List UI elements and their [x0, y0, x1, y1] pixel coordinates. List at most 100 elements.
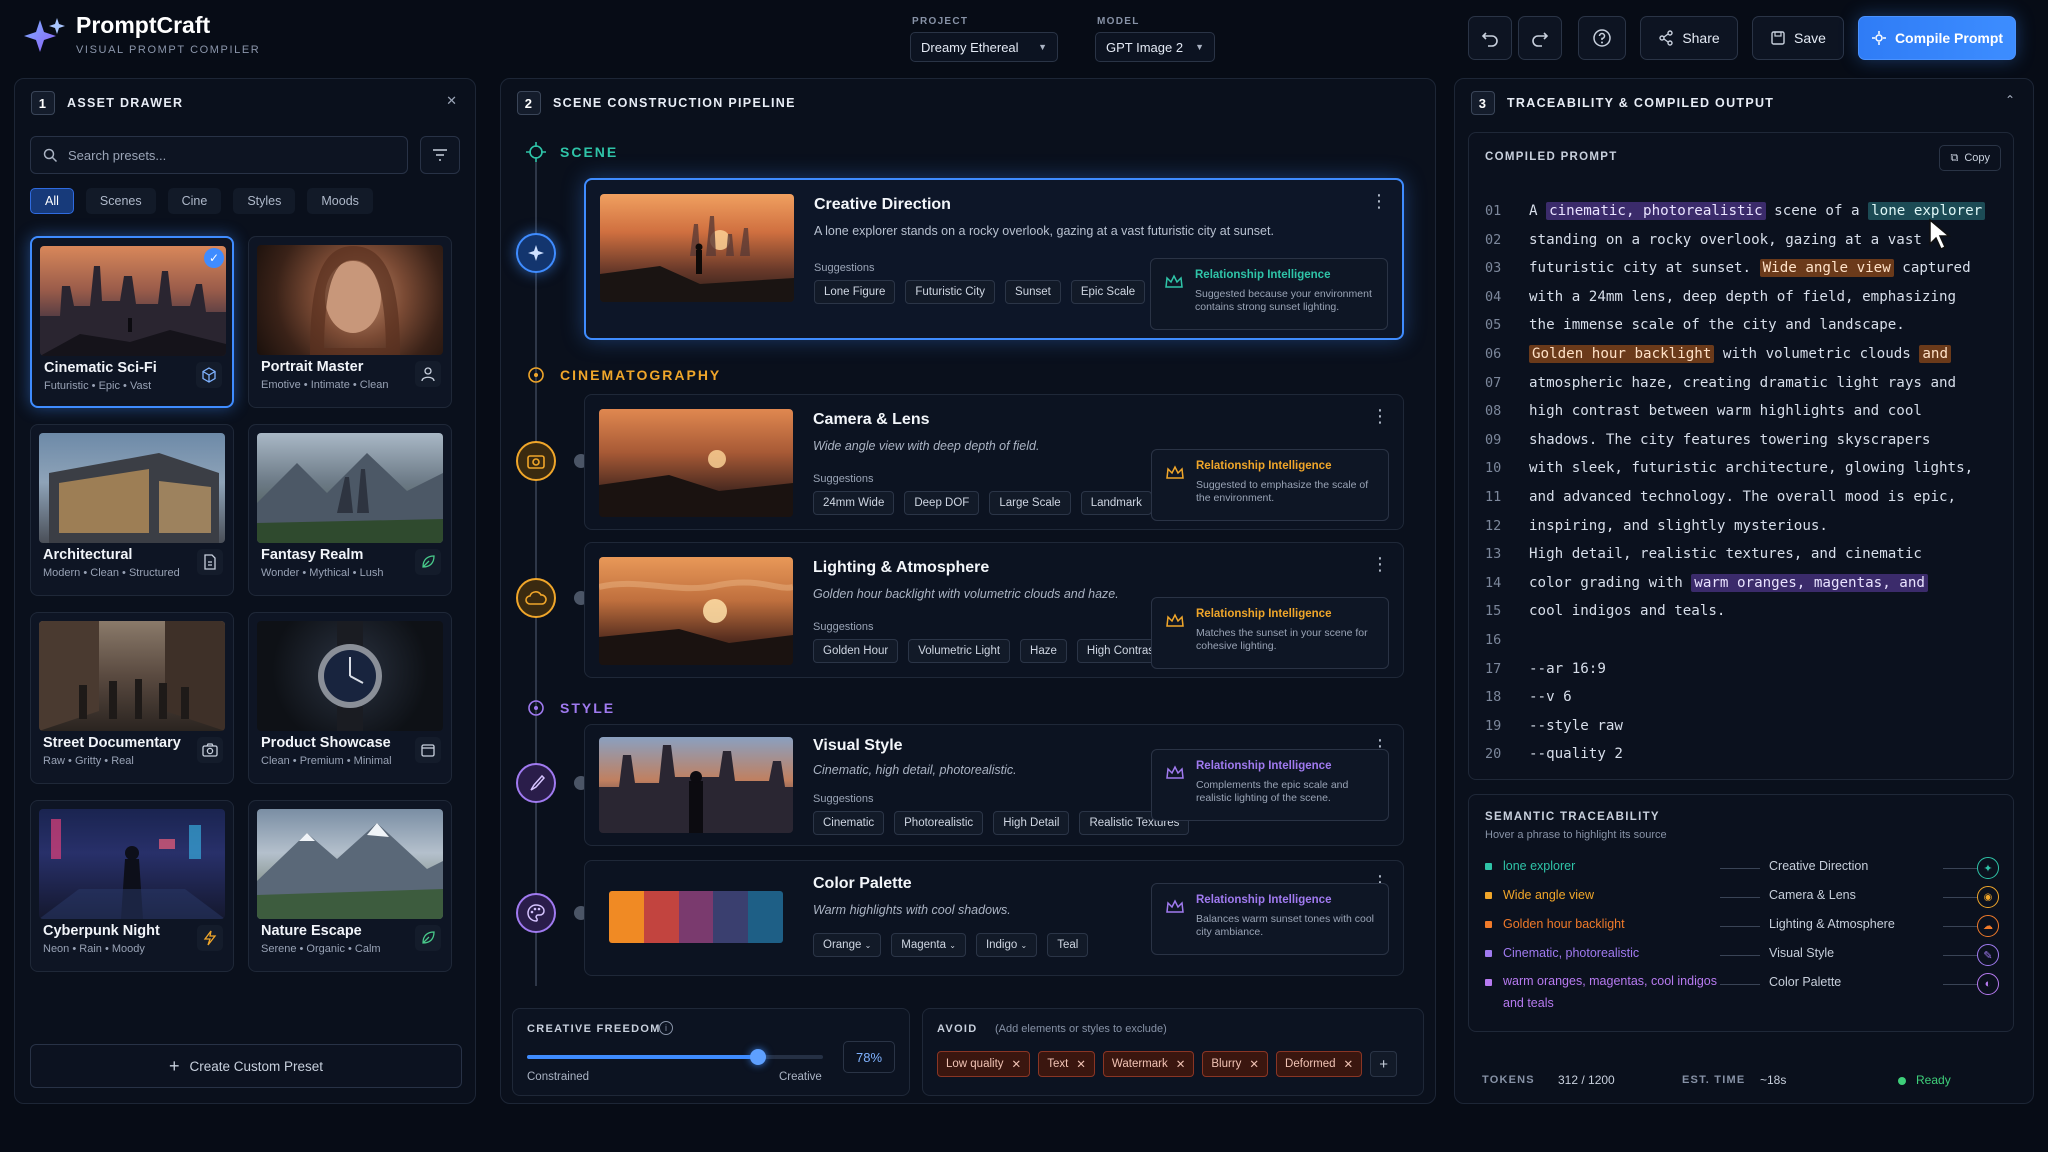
card-title: Visual Style — [813, 737, 903, 754]
preset-card-nature-escape[interactable]: Nature Escape Serene • Organic • Calm — [248, 800, 452, 972]
preset-card-street-documentary[interactable]: Street Documentary Raw • Gritty • Real — [30, 612, 234, 784]
visual-style-card[interactable]: Visual Style Cinematic, high detail, pho… — [584, 724, 1404, 846]
line-number: 06 — [1485, 346, 1502, 362]
preset-tags: Wonder • Mythical • Lush — [261, 567, 384, 579]
preset-card-fantasy-realm[interactable]: Fantasy Realm Wonder • Mythical • Lush — [248, 424, 452, 596]
filter-chip-styles[interactable]: Styles — [233, 188, 296, 214]
highlighted-phrase: and — [1919, 345, 1951, 363]
suggestion-tag[interactable]: Golden Hour — [813, 639, 899, 663]
preset-tags: Clean • Premium • Minimal — [261, 755, 392, 767]
remove-icon: ✕ — [1175, 1059, 1186, 1071]
project-select[interactable]: Dreamy Ethereal ▼ — [910, 32, 1058, 62]
suggestion-tag[interactable]: Sunset — [1005, 280, 1061, 304]
crown-icon — [1166, 613, 1184, 627]
trace-row[interactable]: lone explorer Creative Direction ✦ — [1485, 857, 1999, 879]
status-bar: TOKENS 312 / 1200 EST. TIME ~18s Ready — [1468, 1054, 2014, 1106]
share-button[interactable]: Share — [1640, 16, 1738, 60]
preset-card-cyberpunk-night[interactable]: Cyberpunk Night Neon • Rain • Moody — [30, 800, 234, 972]
highlighted-phrase: lone explorer — [1868, 202, 1986, 220]
suggestion-tag[interactable]: Volumetric Light — [908, 639, 1011, 663]
color-tag[interactable]: Indigo ⌄ — [975, 933, 1038, 957]
avoid-tag[interactable]: Blurry ✕ — [1202, 1051, 1269, 1077]
color-palette-card[interactable]: Color Palette Warm highlights with cool … — [584, 860, 1404, 976]
color-tag[interactable]: Teal — [1047, 933, 1089, 957]
suggestion-tag[interactable]: Cinematic — [813, 811, 885, 835]
save-label: Save — [1794, 30, 1826, 46]
collapse-icon[interactable]: ✕ — [446, 93, 457, 109]
creative-direction-card[interactable]: Creative Direction A lone explorer stand… — [584, 178, 1404, 340]
filter-chip-all[interactable]: All — [30, 188, 74, 214]
trace-row[interactable]: Cinematic, photorealistic Visual Style ✎ — [1485, 944, 1999, 966]
info-icon[interactable]: i — [659, 1021, 673, 1035]
more-options-icon[interactable]: ⋮ — [1371, 407, 1389, 425]
freedom-value-field[interactable]: 78% — [843, 1041, 895, 1073]
prompt-text: A — [1529, 203, 1547, 219]
add-avoid-button[interactable]: + — [1370, 1051, 1397, 1077]
more-options-icon[interactable]: ⋮ — [1370, 192, 1388, 210]
camera-icon: ◉ — [1977, 886, 1999, 908]
compass-icon — [528, 245, 544, 261]
redo-button[interactable] — [1518, 16, 1562, 60]
ri-title: Relationship Intelligence — [1196, 608, 1332, 620]
suggestion-tag[interactable]: Deep DOF — [904, 491, 980, 515]
lighting-atmosphere-card[interactable]: Lighting & Atmosphere Golden hour backli… — [584, 542, 1404, 678]
lighting-atmosphere-node — [516, 578, 556, 618]
filter-chip-moods[interactable]: Moods — [307, 188, 373, 214]
trace-row[interactable]: warm oranges, magentas, cool indigos and… — [1485, 973, 1999, 1017]
model-select[interactable]: GPT Image 2 ▼ — [1095, 32, 1215, 62]
suggestion-tag[interactable]: Epic Scale — [1070, 280, 1146, 304]
preset-card-cinematic-scifi[interactable]: ✓ Cinematic Sci-Fi Futuristic • Epic • V… — [30, 236, 234, 408]
undo-button[interactable] — [1468, 16, 1512, 60]
prompt-text: color grading with — [1529, 574, 1692, 591]
prompt-text: inspiring, and slightly mysterious. — [1529, 517, 1828, 534]
avoid-tag[interactable]: Deformed ✕ — [1276, 1051, 1363, 1077]
ri-description: Suggested to emphasize the scale of the … — [1196, 479, 1369, 504]
preset-card-portrait-master[interactable]: Portrait Master Emotive • Intimate • Cle… — [248, 236, 452, 408]
compile-prompt-button[interactable]: Compile Prompt — [1858, 16, 2016, 60]
freedom-slider-thumb[interactable] — [749, 1049, 766, 1065]
suggestion-tag[interactable]: Lone Figure — [814, 280, 896, 304]
card-title: Creative Direction — [814, 196, 951, 213]
avoid-tag[interactable]: Watermark ✕ — [1102, 1051, 1195, 1077]
color-tag[interactable]: Magenta ⌄ — [891, 933, 966, 957]
preset-card-architectural[interactable]: Architectural Modern • Clean • Structure… — [30, 424, 234, 596]
more-options-icon[interactable]: ⋮ — [1371, 555, 1389, 573]
filter-chip-cine[interactable]: Cine — [167, 188, 222, 214]
color-tag[interactable]: Orange ⌄ — [813, 933, 882, 957]
panel-title: ASSET DRAWER — [67, 96, 184, 110]
suggestion-tag[interactable]: 24mm Wide — [813, 491, 895, 515]
traceability-title: SEMANTIC TRACEABILITY — [1485, 811, 1660, 823]
suggestion-tag[interactable]: Photorealistic — [894, 811, 984, 835]
suggestion-tag[interactable]: High Detail — [993, 811, 1070, 835]
trace-row[interactable]: Golden hour backlight Lighting & Atmosph… — [1485, 915, 1999, 937]
create-custom-preset-button[interactable]: + Create Custom Preset — [30, 1044, 462, 1088]
search-box[interactable] — [30, 136, 408, 174]
help-button[interactable] — [1578, 16, 1626, 60]
collapse-icon[interactable]: ⌃ — [2005, 93, 2015, 107]
share-icon — [1659, 30, 1674, 46]
suggestion-tag[interactable]: Landmark — [1080, 491, 1152, 515]
filter-button[interactable] — [420, 136, 460, 174]
preset-tags: Modern • Clean • Structured — [43, 567, 180, 579]
trace-row[interactable]: Wide angle view Camera & Lens ◉ — [1485, 886, 1999, 908]
copy-button[interactable]: ⧉ Copy — [1939, 145, 2001, 171]
suggestion-tag[interactable]: Large Scale — [989, 491, 1071, 515]
suggestion-tag[interactable]: Haze — [1020, 639, 1067, 663]
copy-label: Copy — [1964, 152, 1990, 164]
filter-chip-scenes[interactable]: Scenes — [85, 188, 156, 214]
avoid-tag[interactable]: Text ✕ — [1038, 1051, 1095, 1077]
camera-lens-card[interactable]: Camera & Lens Wide angle view with deep … — [584, 394, 1404, 530]
card-thumbnail — [600, 194, 794, 302]
preset-thumbnail — [39, 809, 225, 919]
suggestion-tag[interactable]: Futuristic City — [905, 280, 996, 304]
preset-name: Street Documentary — [43, 735, 181, 751]
preset-card-product-showcase[interactable]: Product Showcase Clean • Premium • Minim… — [248, 612, 452, 784]
swatch — [678, 891, 714, 943]
avoid-tag[interactable]: Low quality ✕ — [937, 1051, 1031, 1077]
search-input[interactable] — [68, 147, 388, 163]
freedom-slider-track[interactable] — [527, 1055, 823, 1059]
compile-label: Compile Prompt — [1894, 30, 2004, 46]
save-button[interactable]: Save — [1752, 16, 1844, 60]
preset-thumbnail — [257, 809, 443, 919]
cube-icon — [196, 362, 222, 388]
